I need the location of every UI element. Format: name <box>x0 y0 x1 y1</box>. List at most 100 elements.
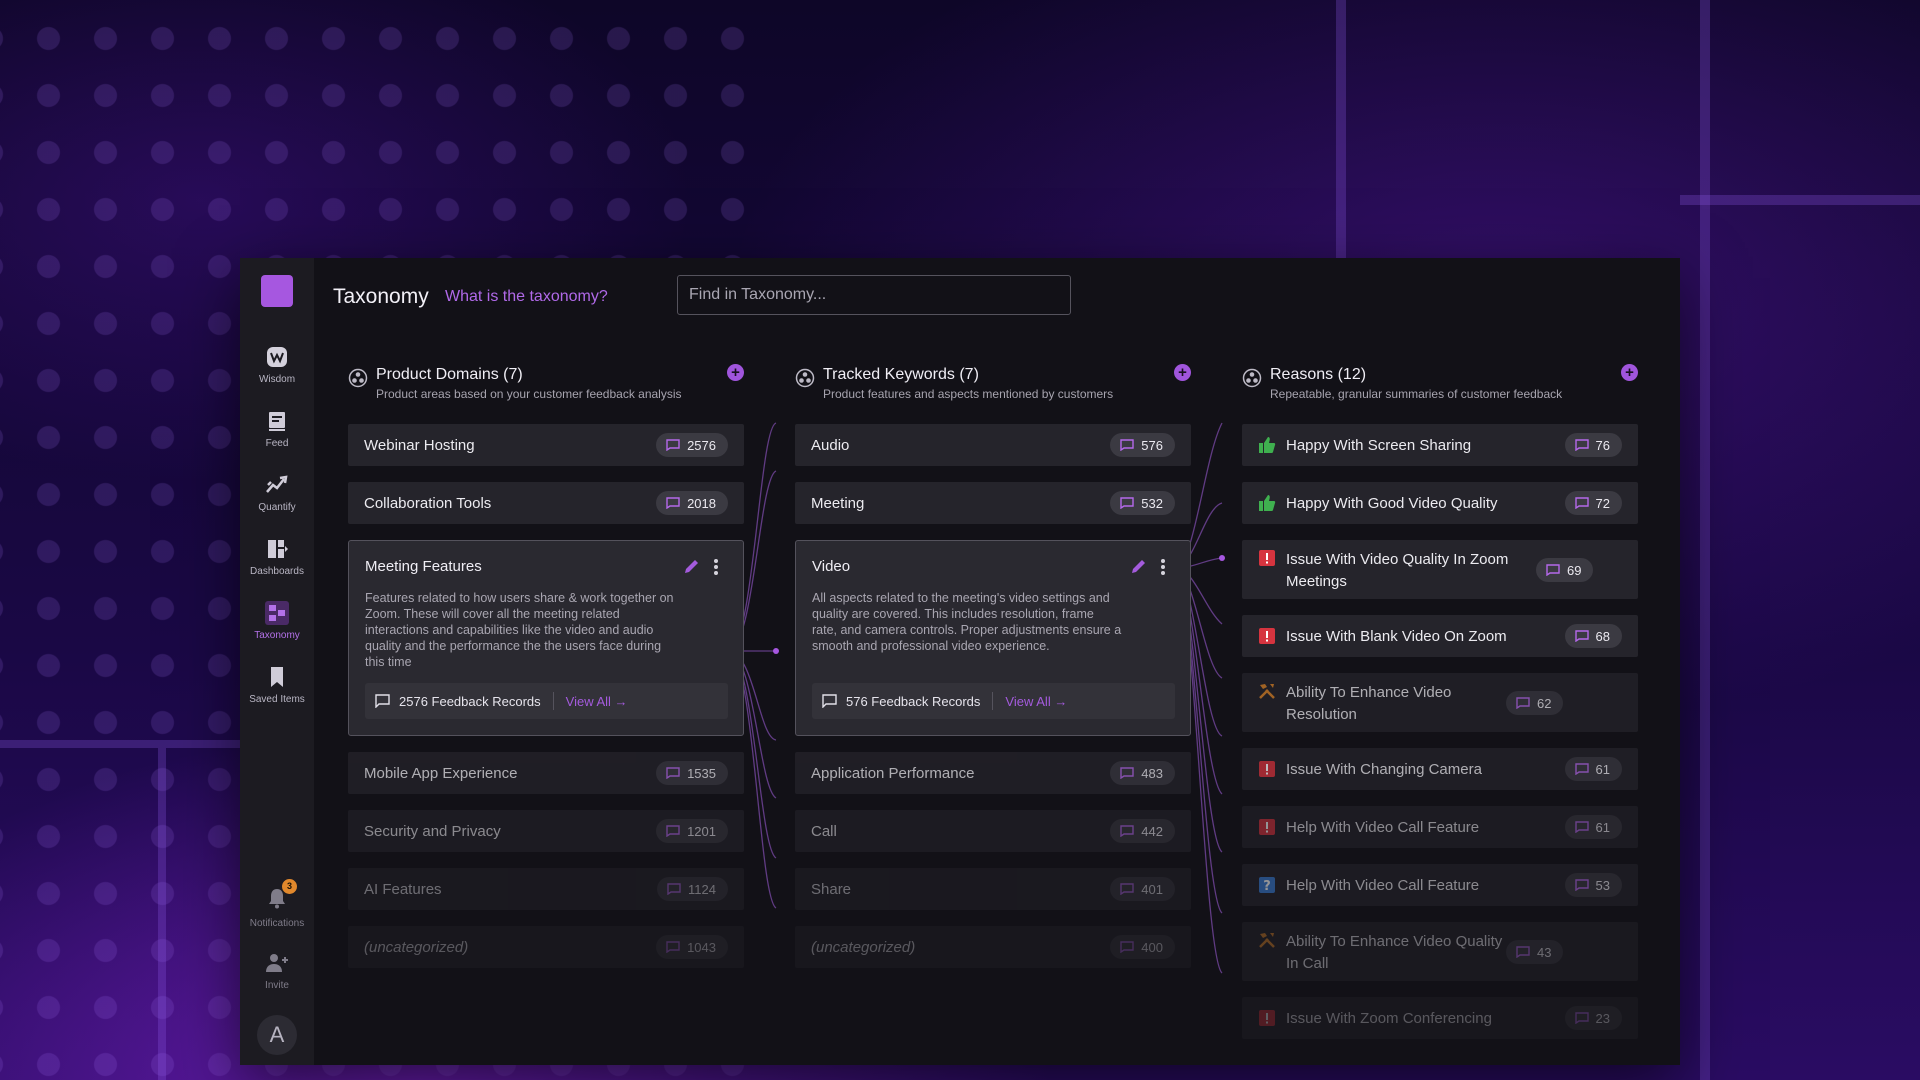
list-item-domain[interactable]: AI Features 1124 <box>348 868 744 910</box>
feedback-count[interactable]: 61 <box>1564 815 1622 839</box>
list-item-reason[interactable]: Issue With Blank Video On Zoom 68 <box>1242 615 1638 657</box>
background-gridline <box>1336 0 1346 258</box>
list-item-reason[interactable]: ? Help With Video Call Feature 53 <box>1242 864 1638 906</box>
view-all-link[interactable]: View All → <box>566 694 628 709</box>
list-item-keyword[interactable]: Meeting 532 <box>795 482 1191 524</box>
feedback-count[interactable]: 62 <box>1506 691 1564 715</box>
pencil-icon[interactable] <box>683 557 701 575</box>
list-item-domain[interactable]: Webinar Hosting 2576 <box>348 424 744 466</box>
list-item-domain[interactable]: Security and Privacy 1201 <box>348 810 744 852</box>
more-options-icon[interactable] <box>713 558 719 576</box>
sidebar-item-feed[interactable]: Feed <box>240 397 314 461</box>
feedback-count[interactable]: 68 <box>1564 624 1622 648</box>
comment-icon <box>666 767 680 779</box>
list-item-reason[interactable]: Issue With Zoom Conferencing 23 <box>1242 997 1638 1039</box>
list-item-reason[interactable]: Happy With Good Video Quality 72 <box>1242 482 1638 524</box>
comment-icon <box>822 694 837 708</box>
feedback-count[interactable]: 23 <box>1564 1006 1622 1030</box>
list-item-keyword[interactable]: Audio 576 <box>795 424 1191 466</box>
feedback-count[interactable]: 43 <box>1506 940 1564 964</box>
list-item-domain-uncategorized[interactable]: (uncategorized) 1043 <box>348 926 744 968</box>
feedback-count[interactable]: 53 <box>1564 873 1622 897</box>
feedback-count[interactable]: 61 <box>1564 757 1622 781</box>
more-options-icon[interactable] <box>1160 558 1166 576</box>
view-all-link[interactable]: View All → <box>1005 694 1067 709</box>
comment-icon <box>1574 497 1589 509</box>
column-title: Reasons (12) <box>1270 366 1367 383</box>
feedback-count[interactable]: 2576 <box>656 433 728 457</box>
add-reason-button[interactable]: + <box>1621 364 1638 381</box>
feedback-count[interactable]: 1124 <box>657 877 728 901</box>
wisdom-icon <box>267 347 287 367</box>
add-domain-button[interactable]: + <box>727 364 744 381</box>
feedback-count[interactable]: 532 <box>1110 491 1175 515</box>
comment-icon <box>1120 767 1134 779</box>
count-value: 72 <box>1595 495 1610 511</box>
count-value: 400 <box>1141 939 1163 955</box>
feedback-count[interactable]: 1535 <box>656 761 728 785</box>
comment-icon <box>1120 825 1134 837</box>
feedback-count[interactable]: 69 <box>1536 558 1594 582</box>
background-gridline <box>0 740 240 748</box>
list-item-reason[interactable]: Ability To Enhance Video Resolution 62 <box>1242 673 1638 732</box>
user-avatar[interactable]: A <box>257 1015 297 1055</box>
list-item-reason[interactable]: Issue With Changing Camera 61 <box>1242 748 1638 790</box>
list-item-domain[interactable]: Mobile App Experience 1535 <box>348 752 744 794</box>
column-title: Product Domains (7) <box>376 366 523 383</box>
sidebar-item-label: Wisdom <box>258 374 296 385</box>
feedback-count[interactable]: 401 <box>1110 877 1175 901</box>
feedback-count[interactable]: 76 <box>1564 433 1622 457</box>
count-value: 576 <box>1141 437 1163 453</box>
add-keyword-button[interactable]: + <box>1174 364 1191 381</box>
comment-icon <box>1120 439 1134 451</box>
sidebar-item-invite[interactable]: Invite <box>240 939 314 1003</box>
feedback-count[interactable]: 1201 <box>656 819 728 843</box>
sidebar-item-taxonomy[interactable]: Taxonomy <box>240 589 314 653</box>
taxonomy-help-link[interactable]: What is the taxonomy? <box>445 288 608 306</box>
feedback-count[interactable]: 576 <box>1110 433 1175 457</box>
comment-icon <box>1574 879 1589 891</box>
taxonomy-search-input[interactable] <box>677 275 1071 315</box>
list-item-domain[interactable]: Collaboration Tools 2018 <box>348 482 744 524</box>
feedback-count[interactable]: 483 <box>1110 761 1175 785</box>
list-item-keyword[interactable]: Call 442 <box>795 810 1191 852</box>
feedback-count[interactable]: 1043 <box>656 935 728 959</box>
app-logo[interactable] <box>261 275 293 307</box>
feedback-count[interactable]: 72 <box>1564 491 1622 515</box>
issue-icon <box>1259 628 1275 644</box>
feedback-count[interactable]: 400 <box>1110 935 1175 959</box>
feedback-count[interactable]: 2018 <box>656 491 728 515</box>
sidebar-item-quantify[interactable]: Quantify <box>240 461 314 525</box>
sidebar-item-wisdom[interactable]: Wisdom <box>240 333 314 397</box>
list-item-reason[interactable]: Ability To Enhance Video Quality In Call… <box>1242 922 1638 981</box>
list-item-keyword[interactable]: Share 401 <box>795 868 1191 910</box>
sidebar-item-dashboards[interactable]: Dashboards <box>240 525 314 589</box>
comment-icon <box>1516 697 1530 709</box>
count-value: 2576 <box>687 437 716 453</box>
issue-icon <box>1259 550 1275 566</box>
count-value: 1043 <box>687 939 716 955</box>
comment-icon <box>1120 941 1134 953</box>
card-footer: 576 Feedback Records View All → <box>812 683 1175 719</box>
pencil-icon[interactable] <box>1130 557 1148 575</box>
item-label: (uncategorized) <box>364 938 469 956</box>
list-item-reason[interactable]: Happy With Screen Sharing 76 <box>1242 424 1638 466</box>
list-item-reason[interactable]: Help With Video Call Feature 61 <box>1242 806 1638 848</box>
sidebar-item-saved-items[interactable]: Saved Items <box>240 653 314 717</box>
count-value: 2018 <box>687 495 716 511</box>
item-label: AI Features <box>364 880 442 898</box>
feedback-count[interactable]: 442 <box>1110 819 1175 843</box>
comment-icon <box>375 694 390 708</box>
list-item-reason[interactable]: Issue With Video Quality In Zoom Meeting… <box>1242 540 1638 599</box>
sidebar-item-notifications[interactable]: 3 Notifications <box>240 875 314 939</box>
item-label: Meeting <box>811 494 865 512</box>
keyword-card-selected[interactable]: Video All aspects related to the meeting… <box>795 540 1191 736</box>
column-subtitle: Product features and aspects mentioned b… <box>823 387 1114 401</box>
column-header: Product Domains (7) Product areas based … <box>348 364 744 404</box>
divider <box>992 692 994 710</box>
domain-card-selected[interactable]: Meeting Features Features related to how… <box>348 540 744 736</box>
count-value: 442 <box>1141 823 1163 839</box>
list-item-keyword-uncategorized[interactable]: (uncategorized) 400 <box>795 926 1191 968</box>
list-item-keyword[interactable]: Application Performance 483 <box>795 752 1191 794</box>
sidebar-item-label: Saved Items <box>249 694 305 705</box>
